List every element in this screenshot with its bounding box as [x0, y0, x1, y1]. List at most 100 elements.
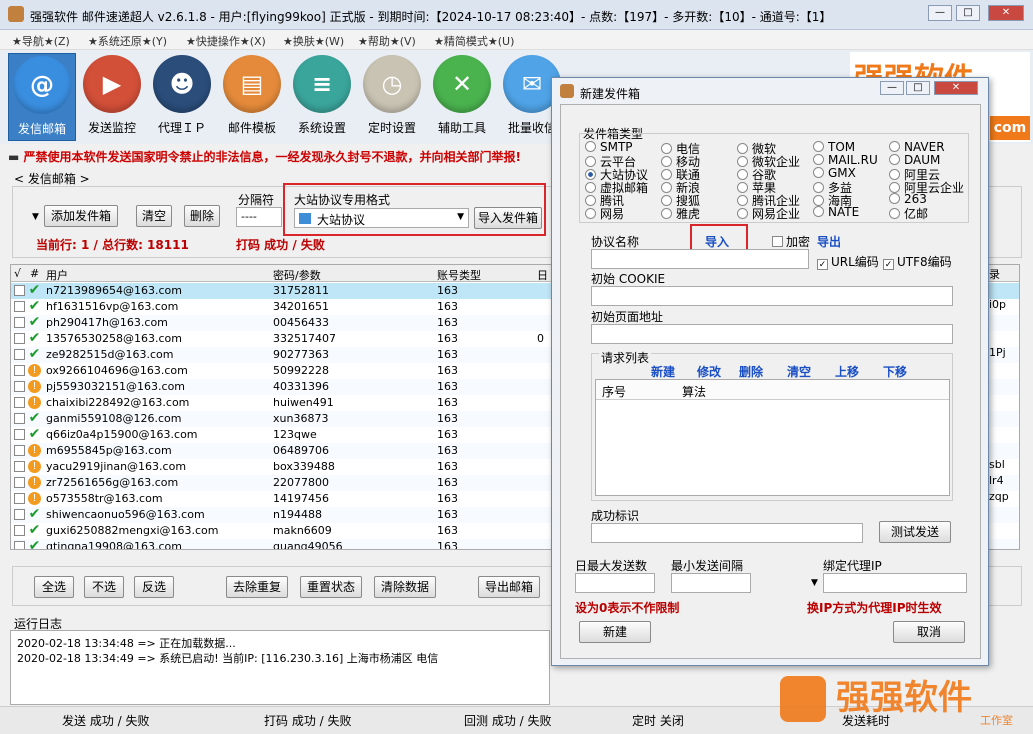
toolbar-sliders-button[interactable]: ≡ 系统设置 [288, 53, 356, 141]
cell-user: q66iz0a4p15900@163.com [46, 428, 198, 441]
maximize-button[interactable]: □ [956, 5, 980, 21]
toolbar-user-button[interactable]: ☻ 代理ＩＰ [148, 53, 216, 141]
proxy-input[interactable] [823, 573, 967, 593]
col-user[interactable]: 用户 [46, 267, 68, 283]
radio-type-0-4[interactable]: NAVER [889, 140, 945, 154]
init-url-input[interactable] [591, 324, 953, 344]
row-checkbox[interactable] [14, 397, 25, 408]
select-all-button[interactable]: 全选 [34, 576, 74, 598]
row-checkbox[interactable] [14, 525, 25, 536]
col-check[interactable]: √ [14, 267, 21, 280]
radio-type-1-3[interactable]: MAIL.RU [813, 153, 878, 167]
col-index[interactable]: # [30, 267, 39, 280]
menu-restore[interactable]: ★系统还原★(Y) [88, 33, 167, 49]
req-up-link[interactable]: 上移 [835, 363, 859, 380]
min-interval-label: 最小发送间隔 [671, 559, 744, 573]
radio-type-0-0[interactable]: SMTP [585, 140, 633, 154]
menu-simple[interactable]: ★精简模式★(U) [434, 33, 514, 49]
warning-icon: ! [28, 492, 41, 505]
row-checkbox[interactable] [14, 477, 25, 488]
radio-type-5-3[interactable]: NATE [813, 205, 859, 219]
radio-type-2-3[interactable]: GMX [813, 166, 856, 180]
row-checkbox[interactable] [14, 445, 25, 456]
protocol-select[interactable]: 大站协议 ▼ [294, 208, 469, 228]
cell-password: box339488 [273, 460, 335, 473]
col-type[interactable]: 账号类型 [437, 267, 481, 283]
reset-status-button[interactable]: 重置状态 [300, 576, 362, 598]
row-checkbox[interactable] [14, 541, 25, 549]
create-button[interactable]: 新建 [579, 621, 651, 643]
bind-proxy-label: 绑定代理IP [823, 559, 882, 573]
dialog-minimize-button[interactable]: — [880, 81, 904, 95]
row-checkbox[interactable] [14, 429, 25, 440]
toolbar-doc-button[interactable]: ▤ 邮件模板 [218, 53, 286, 141]
daily-max-input[interactable] [575, 573, 655, 593]
menu-nav[interactable]: ★导航★(Z) [12, 33, 70, 49]
success-input[interactable] [591, 523, 863, 543]
cookie-input[interactable] [591, 286, 953, 306]
req-down-link[interactable]: 下移 [883, 363, 907, 380]
toolbar-wrench-button[interactable]: ✕ 辅助工具 [428, 53, 496, 141]
col-password[interactable]: 密码/参数 [273, 267, 321, 283]
row-checkbox[interactable] [14, 285, 25, 296]
menu-help[interactable]: ★帮助★(V) [358, 33, 416, 49]
row-checkbox[interactable] [14, 509, 25, 520]
separator-input[interactable]: ---- [236, 207, 282, 227]
clear-button[interactable]: 清空 [136, 205, 172, 227]
add-mailbox-button[interactable]: 添加发件箱 [44, 205, 118, 227]
req-new-link[interactable]: 新建 [651, 363, 675, 380]
row-checkbox[interactable] [14, 365, 25, 376]
clear-data-button[interactable]: 清除数据 [374, 576, 436, 598]
select-none-button[interactable]: 不选 [84, 576, 124, 598]
import-link[interactable]: 导入 [705, 233, 729, 250]
row-checkbox[interactable] [14, 317, 25, 328]
request-table[interactable]: 序号 算法 [595, 379, 950, 496]
radio-type-5-1[interactable]: 雅虎 [661, 205, 700, 222]
row-checkbox[interactable] [14, 461, 25, 472]
col-day[interactable]: 日 [537, 267, 548, 283]
warning-icon: ! [28, 444, 41, 457]
toolbar-clock-button[interactable]: ◷ 定时设置 [358, 53, 426, 141]
radio-type-5-0[interactable]: 网易 [585, 205, 624, 222]
cancel-button[interactable]: 取消 [893, 621, 965, 643]
cell-password: xun36873 [273, 412, 329, 425]
req-edit-link[interactable]: 修改 [697, 363, 721, 380]
dialog-close-button[interactable]: ✕ [934, 81, 978, 95]
dropdown-arrow-icon[interactable]: ▼ [32, 212, 39, 222]
toolbar-play-button[interactable]: ▶ 发送监控 [78, 53, 146, 141]
close-button[interactable]: ✕ [988, 5, 1024, 21]
row-checkbox[interactable] [14, 333, 25, 344]
radio-type-1-4[interactable]: DAUM [889, 153, 940, 167]
proxy-dropdown-icon[interactable]: ▼ [811, 578, 818, 588]
menu-quick[interactable]: ★快捷操作★(X) [186, 33, 266, 49]
encrypt-checkbox[interactable]: 加密 [772, 233, 810, 250]
delete-button[interactable]: 删除 [184, 205, 220, 227]
min-interval-input[interactable] [671, 573, 751, 593]
import-mailbox-button[interactable]: 导入发件箱 [474, 207, 542, 229]
toolbar-at-button[interactable]: @ 发信邮箱 [8, 53, 76, 141]
radio-type-0-3[interactable]: TOM [813, 140, 855, 154]
test-send-button[interactable]: 测试发送 [879, 521, 951, 543]
row-checkbox[interactable] [14, 301, 25, 312]
row-checkbox[interactable] [14, 381, 25, 392]
row-checkbox[interactable] [14, 413, 25, 424]
radio-type-5-2[interactable]: 网易企业 [737, 205, 800, 222]
req-delete-link[interactable]: 删除 [739, 363, 763, 380]
protocol-name-label: 协议名称 [591, 235, 640, 249]
row-checkbox[interactable] [14, 493, 25, 504]
export-mailbox-button[interactable]: 导出邮箱 [478, 576, 540, 598]
utf8-encode-checkbox[interactable]: ✓ UTF8编码 [883, 253, 952, 270]
radio-type-4-4[interactable]: 263 [889, 192, 927, 206]
dialog-maximize-button[interactable]: □ [906, 81, 930, 95]
log-pane[interactable]: 2020-02-18 13:34:48 => 正在加载数据... 2020-02… [10, 630, 550, 705]
radio-type-5-4[interactable]: 亿邮 [889, 205, 928, 222]
dedupe-button[interactable]: 去除重复 [226, 576, 288, 598]
req-clear-link[interactable]: 清空 [787, 363, 811, 380]
row-checkbox[interactable] [14, 349, 25, 360]
export-link[interactable]: 导出 [817, 233, 841, 250]
url-encode-checkbox[interactable]: ✓ URL编码 [817, 253, 879, 270]
menu-skin[interactable]: ★换肤★(W) [283, 33, 344, 49]
protocol-name-input[interactable] [591, 249, 809, 269]
invert-select-button[interactable]: 反选 [134, 576, 174, 598]
minimize-button[interactable]: — [928, 5, 952, 21]
